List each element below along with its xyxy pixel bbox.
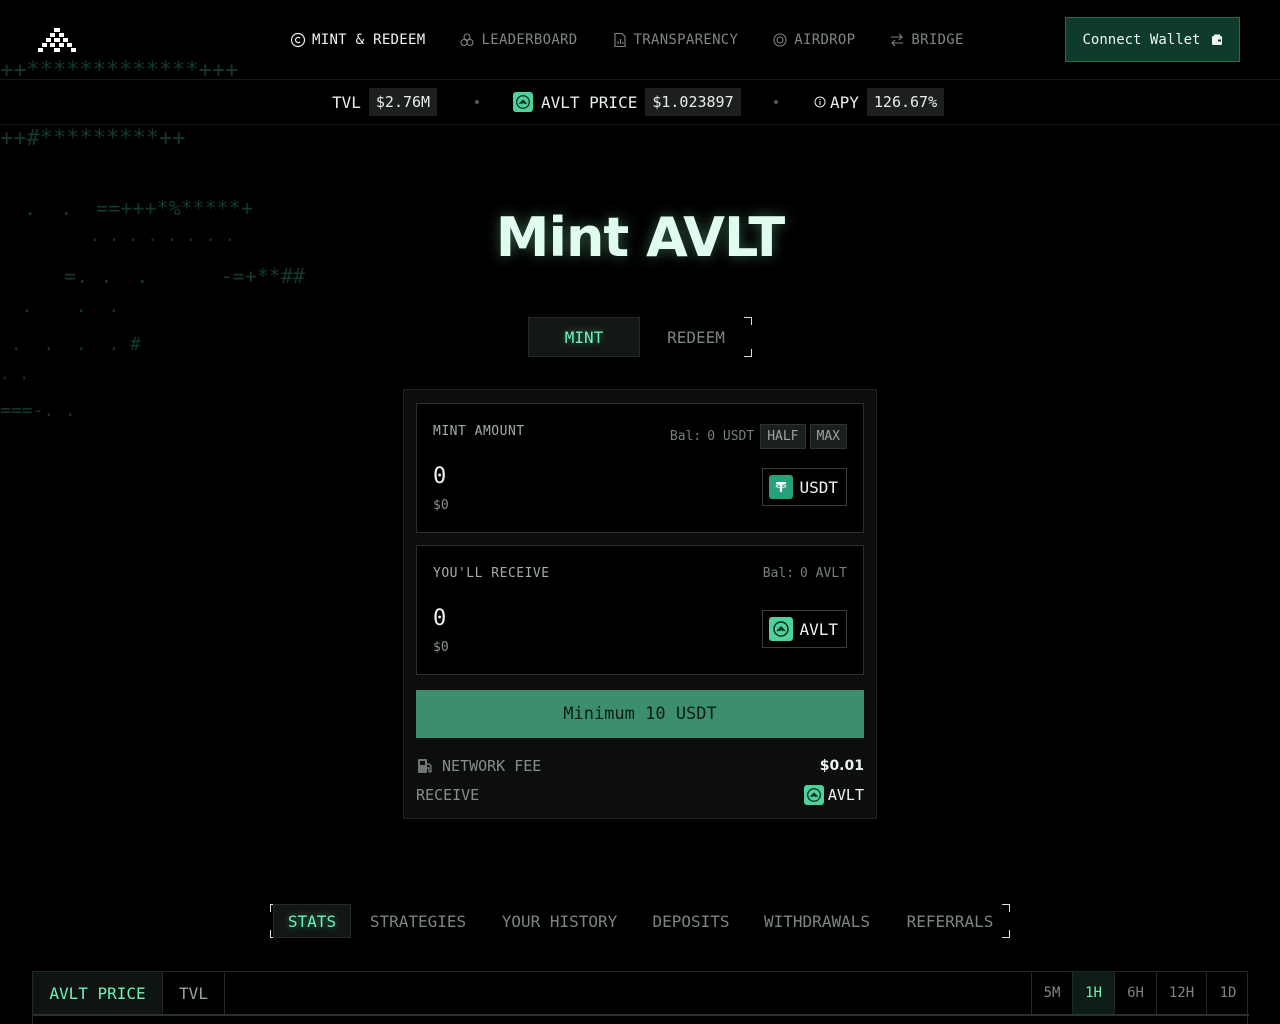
receive-amount: 0 <box>433 606 447 631</box>
stat-apy: APY 126.67% <box>814 88 945 116</box>
trefoil-icon <box>460 33 475 47</box>
receive-row-token: AVLT <box>827 786 864 804</box>
nav-label: BRIDGE <box>911 32 964 48</box>
mint-amount-input[interactable]: 0 <box>433 464 446 489</box>
avlt-coin-icon <box>803 785 824 805</box>
stat-apy-value: 126.67% <box>866 88 945 116</box>
nav-label: LEADERBOARD <box>481 32 578 48</box>
max-button[interactable]: MAX <box>809 424 847 449</box>
stat-apy-label: APY <box>830 92 859 112</box>
balance-prefix: Bal: <box>669 429 702 444</box>
tab-deposits[interactable]: DEPOSITS <box>644 904 738 938</box>
stat-tvl-label: TVL <box>332 92 361 112</box>
usdt-token-selector[interactable]: USDT <box>762 468 847 506</box>
nav-airdrop[interactable]: AIRDROP <box>772 30 855 50</box>
info-icon[interactable] <box>814 96 826 108</box>
main-nav: MINT & REDEEM LEADERBOARD TRANSPARENCY A… <box>290 30 964 50</box>
nav-label: TRANSPARENCY <box>633 32 739 48</box>
receive-amount-usd: $0 <box>433 640 449 655</box>
usdt-icon <box>769 475 794 499</box>
network-fee-label: NETWORK FEE <box>442 757 542 775</box>
receive-row-label: RECEIVE <box>416 786 480 804</box>
chart-panel: AVLT PRICE TVL 5M 1H 6H 12H 1D <box>32 971 1249 1024</box>
mint-card: MINT AMOUNT Bal: 0 USDT HALF MAX 0 $0 US… <box>403 389 877 819</box>
nav-leaderboard[interactable]: LEADERBOARD <box>459 30 577 50</box>
stat-price: AVLT PRICE $1.023897 <box>513 88 741 116</box>
top-header: MINT & REDEEM LEADERBOARD TRANSPARENCY A… <box>0 0 1280 80</box>
copyright-circle-icon <box>290 32 306 48</box>
mint-amount-label: MINT AMOUNT <box>433 424 525 439</box>
avlt-logo[interactable] <box>38 26 76 54</box>
nav-label: MINT & REDEEM <box>312 32 426 48</box>
chart-tab-tvl[interactable]: TVL <box>163 972 225 1014</box>
range-6h[interactable]: 6H <box>1114 972 1156 1014</box>
receive-row-value: AVLT <box>803 785 864 805</box>
mint-amount-usd: $0 <box>433 498 449 513</box>
balance-prefix: Bal: <box>762 566 795 581</box>
tab-referrals[interactable]: REFERRALS <box>898 904 1002 938</box>
separator-dot <box>774 100 778 104</box>
mode-toggle: MINT REDEEM <box>528 317 752 357</box>
network-fee-row: NETWORK FEE $0.01 <box>416 757 864 775</box>
mint-submit-button[interactable]: Minimum 10 USDT <box>416 690 864 738</box>
range-5m[interactable]: 5M <box>1031 972 1072 1014</box>
chart-tab-avlt-price[interactable]: AVLT PRICE <box>33 972 163 1014</box>
tab-redeem[interactable]: REDEEM <box>640 317 752 357</box>
stat-price-value: $1.023897 <box>645 88 741 116</box>
stat-tvl-value: $2.76M <box>368 88 438 116</box>
balance-value: 0 AVLT <box>800 566 847 581</box>
receive-row: RECEIVE AVLT <box>416 785 864 805</box>
fuel-pump-icon <box>418 759 432 773</box>
stat-tvl: TVL $2.76M <box>332 88 438 116</box>
stat-price-label: AVLT PRICE <box>541 92 638 112</box>
tab-strategies[interactable]: STRATEGIES <box>358 904 478 938</box>
connect-wallet-label: Connect Wallet <box>1082 31 1201 48</box>
range-12h[interactable]: 12H <box>1156 972 1206 1014</box>
tab-withdrawals[interactable]: WITHDRAWALS <box>756 904 878 938</box>
connect-wallet-button[interactable]: Connect Wallet <box>1065 17 1240 62</box>
page-title: Mint AVLT <box>495 206 786 269</box>
range-1d[interactable]: 1D <box>1206 972 1249 1014</box>
stats-bar: TVL $2.76M AVLT PRICE $1.023897 APY 126.… <box>0 80 1280 125</box>
info-tabs: STATS STRATEGIES YOUR HISTORY DEPOSITS W… <box>270 904 1010 938</box>
network-fee-value: $0.01 <box>819 758 864 774</box>
usdt-token-label: USDT <box>799 477 838 497</box>
panel-divider <box>33 1014 1249 1016</box>
document-chart-icon <box>613 32 626 48</box>
nav-label: AIRDROP <box>794 32 856 48</box>
mint-amount-box: MINT AMOUNT Bal: 0 USDT HALF MAX 0 $0 US… <box>416 403 864 533</box>
avlt-coin-icon <box>513 92 533 112</box>
nav-transparency[interactable]: TRANSPARENCY <box>612 30 739 50</box>
separator-dot <box>475 100 479 104</box>
receive-balance: Bal: 0 AVLT <box>763 566 847 581</box>
tab-mint[interactable]: MINT <box>528 317 640 357</box>
avlt-token-selector[interactable]: AVLT <box>762 610 847 648</box>
target-icon <box>773 33 787 47</box>
mint-balance: Bal: 0 USDT HALF MAX <box>670 424 847 449</box>
balance-value: 0 USDT <box>707 429 755 444</box>
wallet-icon <box>1211 34 1222 45</box>
receive-box: YOU'LL RECEIVE Bal: 0 AVLT 0 $0 AVLT <box>416 545 864 675</box>
avlt-coin-icon <box>769 617 794 641</box>
nav-bridge[interactable]: BRIDGE <box>889 30 963 50</box>
nav-mint-redeem[interactable]: MINT & REDEEM <box>290 30 425 50</box>
avlt-token-label: AVLT <box>799 619 838 639</box>
receive-label: YOU'LL RECEIVE <box>433 566 550 581</box>
range-1h[interactable]: 1H <box>1072 972 1114 1014</box>
tab-stats[interactable]: STATS <box>273 904 351 938</box>
swap-arrows-icon <box>891 33 904 47</box>
half-button[interactable]: HALF <box>760 424 806 449</box>
tab-your-history[interactable]: YOUR HISTORY <box>492 904 627 938</box>
